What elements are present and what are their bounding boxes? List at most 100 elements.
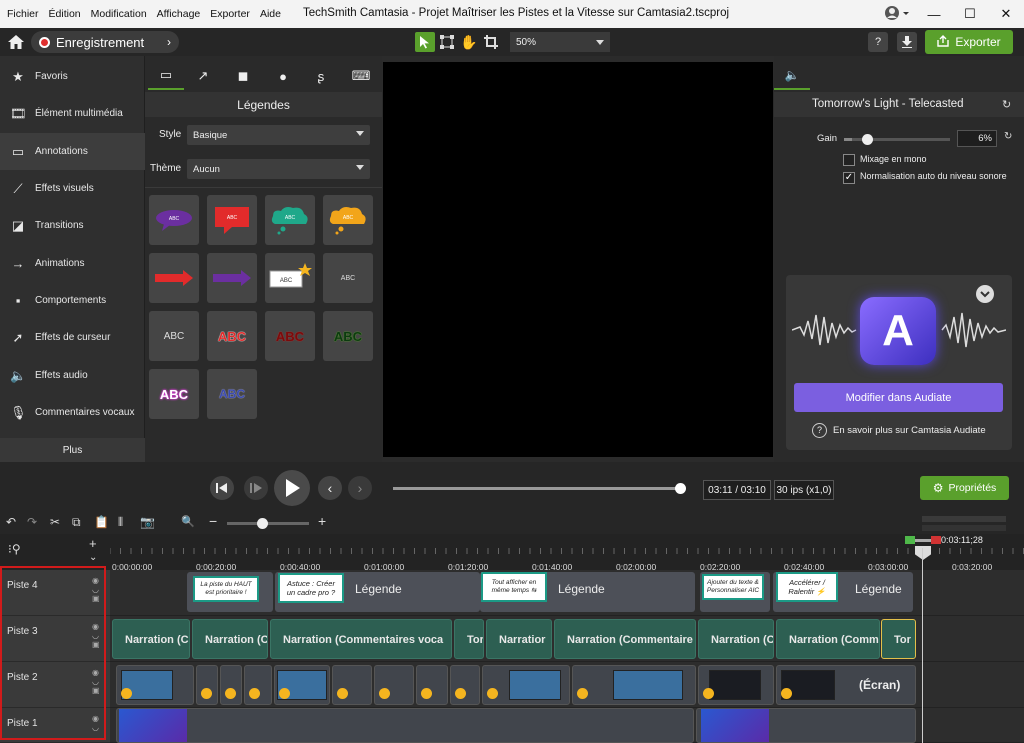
next-marker-button[interactable]: › [348,476,372,500]
minimize-icon[interactable]: — [916,7,952,22]
sidebar-item-animations[interactable]: → Animations [0,245,145,282]
menu-exporter[interactable]: Exporter [205,8,255,20]
audiate-learn-more-link[interactable]: En savoir plus sur Camtasia Audiate [833,425,986,436]
timeline-zoom-knob[interactable] [257,518,268,529]
screen-clip[interactable] [220,665,242,705]
scrubber[interactable] [393,483,686,494]
audio-clip[interactable]: Tor [454,619,484,659]
help-circle-icon[interactable]: ? [812,423,827,438]
caption-clip[interactable]: Ajouter du texte & Personnaliser AIC [700,572,770,612]
caption-clip[interactable]: Astuce : Créer un cadre pro ? Légende [275,572,480,612]
audio-clip[interactable]: Narratior [486,619,552,659]
callout-tile-text-light[interactable]: ABC [149,311,199,361]
preview-canvas[interactable] [383,62,773,457]
sidebar-item-transitions[interactable]: ◪ Transitions [0,207,145,244]
collapse-tracks-icon[interactable]: ⌄ [89,552,97,563]
zoom-search-icon[interactable]: 🔍 [181,515,195,528]
callout-tile-teal-cloud[interactable]: ABC [265,195,315,245]
background-clip[interactable] [696,708,916,743]
gain-slider[interactable] [844,134,950,145]
tab-callouts[interactable]: ▭ [148,62,184,90]
paste-icon[interactable]: 📋 [94,515,109,529]
screen-clip[interactable] [374,665,414,705]
sidebar-item-effets-curseur[interactable]: ➚ Effets de curseur [0,319,145,356]
sidebar-item-comportements[interactable]: ▪ Comportements [0,282,145,319]
track-2[interactable]: (Écran) [110,662,1024,708]
sidebar-item-favoris[interactable]: ★ Favoris [0,58,145,95]
callout-tile-text-green[interactable]: ABC [323,311,373,361]
help-button[interactable]: ? [868,32,888,52]
audio-clip[interactable]: Narration (Comm [776,619,880,659]
screen-clip[interactable] [244,665,272,705]
screen-clip[interactable] [572,665,696,705]
callout-tile-plain-text[interactable]: ABC [323,253,373,303]
callout-tile-text-dark-red[interactable]: ABC [265,311,315,361]
timeline-scrollbar-2[interactable] [922,525,1006,531]
menu-modification[interactable]: Modification [86,8,152,20]
sidebar-item-commentaires-vocaux[interactable]: 🎙 Commentaires vocaux [0,394,145,431]
tab-arrows[interactable]: ↗ [185,62,221,90]
menu-fichier[interactable]: Fichier [2,8,44,20]
timeline-scrollbar[interactable] [922,516,1006,522]
tab-sketch[interactable]: ʂ [303,62,339,90]
gain-reset-icon[interactable]: ↻ [1004,131,1012,142]
playhead-marker[interactable] [905,534,941,544]
add-track-icon[interactable]: + [89,536,97,551]
cut-icon[interactable]: ✂ [50,515,60,529]
redo-icon[interactable]: ↷ [27,515,37,529]
screen-clip[interactable] [274,665,330,705]
audio-tab[interactable]: 🔈 [774,62,810,90]
audio-clip[interactable]: Narration (C [112,619,190,659]
gain-slider-knob[interactable] [862,134,873,145]
callout-tile-purple-speech[interactable]: ABC [149,195,199,245]
screen-clip[interactable] [482,665,570,705]
callout-tile-red-speech[interactable]: ABC [207,195,257,245]
track-magnet-icon[interactable]: ⁝⚲ [8,542,21,556]
reset-icon[interactable]: ↻ [1002,98,1011,111]
export-button[interactable]: Exporter [925,30,1013,54]
audio-clip-selected[interactable]: Tor [881,619,916,659]
sidebar-item-media[interactable]: 🎞 Élément multimédia [0,95,145,132]
tab-blur[interactable]: ● [265,62,301,90]
home-icon[interactable] [6,33,26,51]
timeline-zoom-slider[interactable] [227,518,309,529]
track-1[interactable] [110,708,1024,743]
tab-shapes[interactable]: ◼ [225,62,261,90]
download-icon[interactable] [897,32,917,52]
sidebar-item-effets-audio[interactable]: 🔈 Effets audio [0,357,145,394]
properties-button[interactable]: ⚙ Propriétés [920,476,1009,500]
callout-tile-yellow-cloud[interactable]: ABC [323,195,373,245]
screen-clip[interactable] [332,665,372,705]
select-tool-icon[interactable] [415,32,435,52]
playhead-handle[interactable] [915,546,931,560]
sidebar-item-annotations[interactable]: ▭ Annotations [0,133,145,170]
close-icon[interactable]: ✕ [988,6,1024,22]
audio-clip[interactable]: Narration (C [698,619,774,659]
caption-clip[interactable]: Tout afficher en même temps ⇆ Légende [480,572,695,612]
background-clip[interactable] [116,708,694,743]
screen-clip[interactable] [450,665,480,705]
zoom-dropdown[interactable]: 50% [510,32,610,52]
copy-icon[interactable]: ⧉ [72,515,81,530]
more-button[interactable]: Plus [0,438,145,462]
caption-clip[interactable]: Accélérer / Ralentir ⚡ Légende [773,572,913,612]
play-button[interactable] [274,470,310,506]
screen-clip[interactable] [698,665,774,705]
tab-keystroke[interactable]: ⌨ [343,62,379,90]
scrubber-knob[interactable] [675,483,686,494]
crop-handles-icon[interactable] [437,32,457,52]
pan-hand-icon[interactable]: ✋ [459,32,479,52]
split-icon[interactable]: ⫴ [118,515,123,530]
callout-tile-favorite-box[interactable]: ABC [265,253,315,303]
track-4[interactable]: La piste du HAUT est prioritaire ! Astuc… [110,570,1024,616]
callout-tile-text-red-outline[interactable]: ABC [207,311,257,361]
mono-checkbox[interactable] [843,154,855,166]
callout-tile-text-blue-outline[interactable]: ABC [207,369,257,419]
zoom-in-icon[interactable]: + [318,513,326,529]
edit-in-audiate-button[interactable]: Modifier dans Audiate [794,383,1003,412]
theme-dropdown[interactable]: Aucun [187,159,370,179]
timeline-ruler[interactable]: ⁝⚲ + ⌄ 0:00:00;00 0:00:20;00 0:00:40;00 0:0… [0,534,1024,572]
audio-clip[interactable]: Narration (C [192,619,268,659]
normalize-checkbox[interactable]: ✓ [843,172,855,184]
audio-clip[interactable]: Narration (Commentaire [554,619,696,659]
